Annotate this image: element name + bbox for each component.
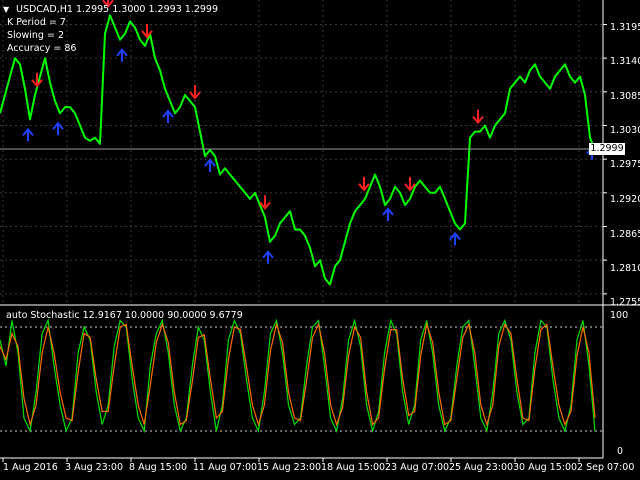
buy-arrow-icon: [204, 158, 216, 172]
stochastic-lines: [0, 318, 596, 434]
buy-arrow-icon: [22, 127, 34, 142]
time-label: 18 Aug 15:00: [321, 462, 386, 473]
chart-canvas[interactable]: [0, 0, 640, 480]
price-label: 1.2755: [610, 297, 640, 308]
sell-arrow-icon: [358, 176, 370, 192]
price-label: 1.2975: [610, 159, 640, 170]
stochastic-title: auto Stochastic 12.9167 10.0000 90.0000 …: [6, 310, 243, 321]
price-label: 1.3140: [610, 56, 640, 67]
time-label: 1 Aug 2016: [3, 462, 58, 473]
time-label: 23 Aug 07:00: [385, 462, 450, 473]
buy-arrow-icon: [262, 250, 274, 264]
time-label: 2 Sep 07:00: [577, 462, 635, 473]
chart-menu-icon[interactable]: ▼: [3, 4, 9, 15]
symbol-info: USDCAD,H1 1.2995 1.3000 1.2993 1.2999: [16, 4, 218, 15]
time-label: 30 Aug 15:00: [513, 462, 578, 473]
signal-arrows: [22, 0, 598, 264]
buy-arrow-icon: [116, 48, 128, 62]
param-accuracy: Accuracy = 86: [7, 43, 77, 54]
price-grid: [0, 0, 607, 303]
price-label: 1.2810: [610, 263, 640, 274]
price-label: 1.2865: [610, 229, 640, 240]
time-label: 8 Aug 15:00: [129, 462, 188, 473]
price-line: [0, 14, 596, 286]
stochastic-level-100: 100: [610, 310, 629, 321]
stochastic-level-0: 0: [617, 446, 624, 457]
time-label: 25 Aug 23:00: [449, 462, 514, 473]
param-slowing: Slowing = 2: [7, 30, 64, 41]
price-series: [0, 14, 596, 286]
price-label: 1.3030: [610, 125, 640, 136]
buy-arrow-icon: [382, 207, 394, 221]
param-k-period: K Period = 7: [7, 17, 66, 28]
stochastic-signal-line: [0, 322, 596, 427]
buy-arrow-icon: [162, 109, 174, 123]
time-label: 3 Aug 23:00: [65, 462, 124, 473]
price-label: 1.3085: [610, 91, 640, 102]
current-price-badge: 1.2999: [589, 143, 625, 155]
price-label: 1.2920: [610, 194, 640, 205]
time-label: 15 Aug 23:00: [257, 462, 322, 473]
time-label: 11 Aug 07:00: [193, 462, 258, 473]
sell-arrow-icon: [472, 109, 484, 125]
price-label: 1.3195: [610, 22, 640, 33]
